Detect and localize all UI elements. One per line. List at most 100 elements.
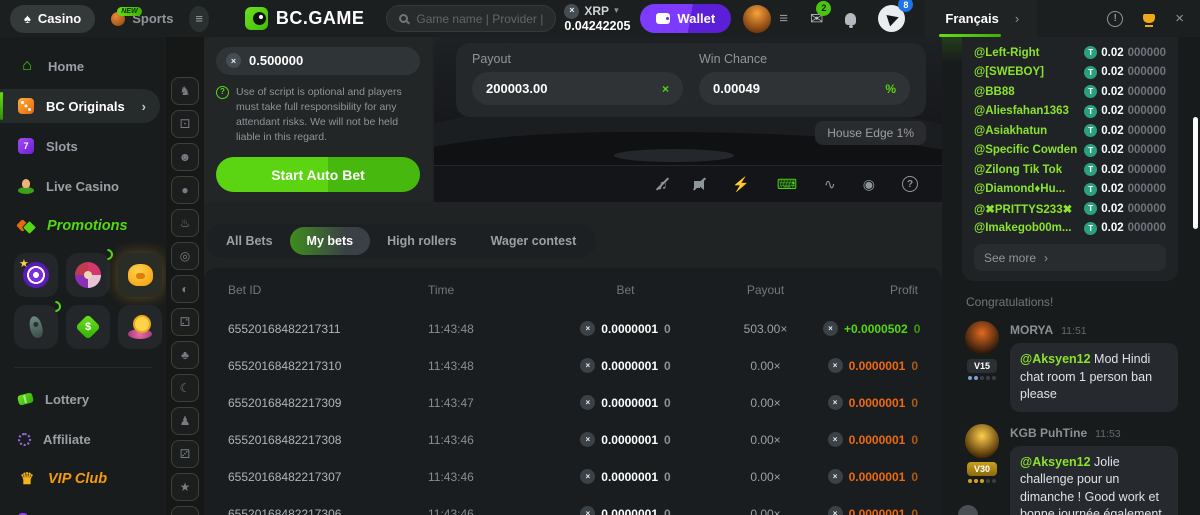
rail-game-icon[interactable]: ◐ <box>171 275 199 303</box>
seed-button[interactable]: ◉ <box>863 176 875 193</box>
sidebar-item-live-casino[interactable]: Live Casino <box>0 169 166 203</box>
sidebar-item-slots[interactable]: 7 Slots <box>0 129 166 163</box>
mention-link[interactable]: @Aksyen12 <box>1020 352 1091 366</box>
promo-tile-coins[interactable] <box>118 305 162 349</box>
chat-username[interactable]: MORYA <box>1010 323 1053 337</box>
search-icon <box>399 14 408 23</box>
table-row[interactable]: 65520168482217308 11:43:46 ×0.00000010 0… <box>224 421 922 458</box>
trophy-icon[interactable] <box>1143 14 1155 23</box>
rain-winner-row[interactable]: @BB88T0.02000000 <box>974 82 1166 102</box>
chat-rules-button[interactable]: ! <box>1107 11 1123 27</box>
turbo-button[interactable]: ⚡ <box>732 176 749 193</box>
rain-winner-row[interactable]: @Specific CowdenT0.02000000 <box>974 141 1166 161</box>
chat-toggle-button[interactable]: 8 <box>878 5 905 32</box>
rain-winner-row[interactable]: @Aliesfahan1363T0.02000000 <box>974 102 1166 122</box>
crescent-badge-icon <box>100 247 116 263</box>
chat-badge: 8 <box>898 0 913 12</box>
table-row[interactable]: 65520168482217310 11:43:48 ×0.00000010 0… <box>224 347 922 384</box>
see-more-button[interactable]: See more › <box>974 244 1166 271</box>
house-edge-badge: House Edge 1% <box>815 121 926 145</box>
rain-winner-row[interactable]: @[SWEBOY]T0.02000000 <box>974 63 1166 83</box>
chat-scrollbar[interactable] <box>1193 117 1198 229</box>
rail-game-icon[interactable]: ★ <box>171 473 199 501</box>
promo-tile-target[interactable] <box>14 253 58 297</box>
game-search[interactable] <box>386 5 556 32</box>
payout-input[interactable]: 200003.00 × <box>472 72 683 105</box>
rail-game-icon[interactable]: ♟ <box>171 407 199 435</box>
bet-id-cell: 65520168482217308 <box>228 433 428 447</box>
brand[interactable]: BC.GAME <box>245 7 365 30</box>
rail-game-icon[interactable]: ♨ <box>171 209 199 237</box>
rain-winner-row[interactable]: @Diamond♦Hu...T0.02000000 <box>974 180 1166 200</box>
win-chance-input[interactable]: 0.00049 % <box>699 72 910 105</box>
notifications-button[interactable] <box>845 13 856 25</box>
sidebar-item-lottery[interactable]: Lottery <box>0 382 166 416</box>
sidebar-item-forum[interactable]: Forum <box>0 502 166 515</box>
sidebar-item-home[interactable]: ⌂ Home <box>0 49 166 83</box>
tab-all-bets[interactable]: All Bets <box>209 227 290 255</box>
tab-wager-contest[interactable]: Wager contest <box>474 227 594 255</box>
rail-game-icon[interactable]: ⚁ <box>171 308 199 336</box>
target-icon <box>23 262 49 288</box>
new-badge: NEW <box>117 7 141 16</box>
profile-menu-button[interactable]: ≡ <box>779 10 788 27</box>
rail-game-icon[interactable]: ♣ <box>171 341 199 369</box>
table-row[interactable]: 65520168482217306 11:43:46 ×0.00000010 0… <box>224 495 922 515</box>
avatar[interactable] <box>965 424 999 458</box>
hotkeys-button[interactable]: ⌨ <box>777 176 797 193</box>
rain-winner-row[interactable]: @✖PRITTYS233✖T0.02000000 <box>974 199 1166 219</box>
trends-button[interactable]: ∿ <box>824 176 836 193</box>
start-auto-bet-button[interactable]: Start Auto Bet <box>216 157 420 192</box>
user-avatar[interactable] <box>743 5 771 33</box>
rail-game-icon[interactable]: ⚀ <box>171 110 199 138</box>
promo-tile-rocket[interactable] <box>14 305 58 349</box>
bet-id-cell: 65520168482217309 <box>228 396 428 410</box>
rail-game-icon[interactable]: ☻ <box>171 143 199 171</box>
tether-coin-icon: T <box>1084 183 1097 196</box>
rain-winner-row[interactable]: @Zilong Tik TokT0.02000000 <box>974 160 1166 180</box>
chat-username[interactable]: KGB PuhTine <box>1010 426 1087 440</box>
sports-toggle[interactable]: NEW Sports <box>103 11 181 26</box>
rain-winner-row[interactable]: @AsiakhatunT0.02000000 <box>974 121 1166 141</box>
mention-link[interactable]: @Aksyen12 <box>1020 455 1091 469</box>
rain-winner-row[interactable]: @Left-RightT0.02000000 <box>974 43 1166 63</box>
sidebar-item-promotions[interactable]: Promotions <box>0 209 166 243</box>
rail-game-icon[interactable]: ◎ <box>171 242 199 270</box>
balance-selector[interactable]: × XRP ▾ 0.04242205 <box>564 4 630 34</box>
chat-message: V15 MORYA 11:51 @Aksyen12 Mod Hindi chat… <box>962 321 1178 412</box>
sidebar-item-affiliate[interactable]: Affiliate <box>0 422 166 456</box>
casino-toggle[interactable]: ♠ Casino <box>10 5 95 33</box>
music-mute-button[interactable]: ♫ <box>657 176 668 192</box>
time-cell: 11:43:46 <box>428 433 543 447</box>
avatar[interactable] <box>965 321 999 355</box>
table-row[interactable]: 65520168482217311 11:43:48 ×0.00000010 5… <box>224 310 922 347</box>
question-icon: ? <box>216 86 229 99</box>
payout-cell: 0.00× <box>708 507 823 515</box>
tab-my-bets[interactable]: My bets <box>290 227 371 255</box>
sidebar-item-bc-originals[interactable]: BC Originals › <box>0 89 160 123</box>
table-row[interactable]: 65520168482217307 11:43:46 ×0.00000010 0… <box>224 458 922 495</box>
rail-game-icon[interactable]: ● <box>171 176 199 204</box>
promo-tile-wheel[interactable] <box>66 253 110 297</box>
sound-mute-button[interactable] <box>694 181 705 188</box>
rail-game-icon[interactable]: ♞ <box>171 77 199 105</box>
search-input[interactable] <box>416 12 543 26</box>
xrp-coin-icon: × <box>580 469 595 484</box>
promo-tile-cash-tag[interactable]: $ <box>66 305 110 349</box>
tether-coin-icon: T <box>1084 144 1097 157</box>
rain-winner-row[interactable]: @Imakegob00m...T0.02000000 <box>974 219 1166 239</box>
sidebar-item-vip-club[interactable]: ♛ VIP Club <box>0 462 166 496</box>
help-button[interactable]: ? <box>902 176 918 192</box>
rail-game-icon[interactable]: ☾ <box>171 374 199 402</box>
close-chat-button[interactable]: × <box>1175 10 1184 27</box>
promo-tile-piggy[interactable] <box>118 253 162 297</box>
table-row[interactable]: 65520168482217309 11:43:47 ×0.00000010 0… <box>224 384 922 421</box>
messages-button[interactable]: ✉ 2 <box>810 9 823 29</box>
bet-amount-input[interactable]: × 0.500000 <box>216 47 420 75</box>
rail-game-icon[interactable]: ♠ <box>171 506 199 515</box>
tab-high-rollers[interactable]: High rollers <box>370 227 473 255</box>
nav-menu-button[interactable]: ≡ <box>189 6 209 32</box>
chat-language-tab[interactable]: Français › <box>925 0 1037 37</box>
wallet-button[interactable]: Wallet <box>640 4 731 33</box>
rail-game-icon[interactable]: ⚂ <box>171 440 199 468</box>
